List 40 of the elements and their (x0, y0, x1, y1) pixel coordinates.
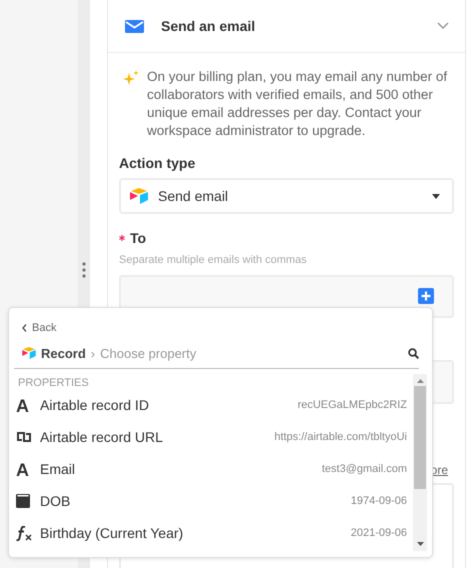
formula-icon (16, 526, 32, 540)
add-icon[interactable] (418, 288, 434, 304)
sparkle-icon (123, 70, 139, 86)
property-value: recUEGaLMEpbc2RIZ (298, 399, 407, 411)
section-header: PROPERTIES (18, 377, 90, 389)
property-value: test3@gmail.com (322, 463, 407, 475)
cube-logo-icon (22, 347, 36, 359)
property-item[interactable]: DOB 1974-09-06 (16, 485, 407, 517)
field-hint: Separate multiple emails with commas (119, 254, 308, 266)
field-label: To (130, 230, 146, 246)
property-item[interactable]: Birthday (Current Year) 2021-09-06 (16, 517, 407, 549)
property-value: 1974-09-06 (350, 495, 407, 507)
scroll-down-icon[interactable] (416, 542, 424, 546)
property-item[interactable]: Airtable record URL https://airtable.com/tbltyoUi (16, 421, 407, 453)
breadcrumb-current: Choose property (100, 346, 198, 360)
drag-handle-icon (82, 262, 86, 278)
chevron-icon[interactable] (437, 22, 449, 30)
link-icon (16, 431, 32, 443)
caret-icon (432, 194, 440, 198)
field-label: Action type (119, 155, 196, 171)
breadcrumb-separator: › (90, 346, 96, 360)
envelope-icon (125, 20, 144, 32)
search-icon[interactable] (408, 348, 419, 358)
scroll-up-icon[interactable] (416, 379, 424, 383)
text-field-icon (16, 462, 29, 476)
chevron-left-icon (22, 324, 27, 332)
billing-notice: On your billing plan, you may email any number of collaborators with verified emails, and 500 other unique email addresses per day. Contact your workspace administrator to upgrade. (147, 68, 448, 140)
breadcrumb-item[interactable]: Record (41, 346, 86, 360)
back-link[interactable]: Back (22, 322, 56, 334)
card-title: Send an email (161, 18, 256, 34)
action-type-select[interactable]: Send email (119, 178, 454, 214)
calendar-icon (16, 494, 30, 508)
property-value: 2021-09-06 (350, 527, 407, 539)
cube-logo-icon (130, 188, 148, 204)
scrollbar-thumb[interactable] (414, 386, 426, 489)
scrollbar[interactable] (413, 374, 427, 551)
property-item[interactable]: Email test3@gmail.com (16, 453, 407, 485)
property-item[interactable]: Airtable record ID recUEGaLMEpbc2RIZ (16, 389, 407, 421)
property-value: https://airtable.com/tbltyoUi (274, 431, 407, 443)
text-field-icon (16, 398, 29, 412)
